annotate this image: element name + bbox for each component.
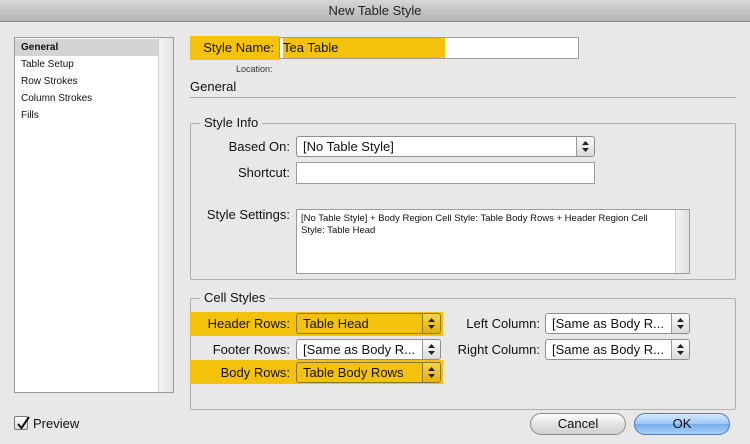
shortcut-input[interactable] — [296, 162, 595, 184]
preview-checkbox[interactable] — [14, 416, 30, 430]
popup-arrows-icon — [422, 363, 440, 382]
window-title: New Table Style — [328, 3, 422, 18]
preview-label[interactable]: Preview — [33, 416, 79, 431]
shortcut-label: Shortcut: — [237, 165, 290, 180]
based-on-label: Based On: — [228, 139, 290, 154]
left-column-label: Left Column: — [466, 316, 540, 331]
style-settings-box: [No Table Style] + Body Region Cell Styl… — [296, 209, 690, 274]
body-rows-value: Table Body Rows — [303, 365, 404, 380]
sidebar-item-general[interactable]: General — [15, 39, 158, 56]
footer-rows-value: [Same as Body R... — [303, 342, 415, 357]
based-on-value: [No Table Style] — [303, 139, 394, 154]
style-name-input[interactable]: Tea Table — [279, 37, 579, 59]
sidebar-scrollbar[interactable] — [158, 38, 173, 392]
checkmark-icon — [17, 416, 30, 430]
sidebar-item-table-setup[interactable]: Table Setup — [15, 56, 158, 73]
style-settings-scrollbar[interactable] — [675, 210, 689, 273]
sidebar-item-row-strokes[interactable]: Row Strokes — [15, 73, 158, 90]
popup-arrows-icon — [422, 314, 440, 333]
style-name-value: Tea Table — [283, 38, 445, 58]
location-label: Location: — [236, 64, 273, 74]
header-rows-value: Table Head — [303, 316, 369, 331]
popup-arrows-icon — [671, 340, 689, 359]
cancel-button[interactable]: Cancel — [530, 413, 626, 435]
window-title-bar: New Table Style — [0, 0, 750, 22]
style-info-group-title: Style Info — [200, 116, 263, 130]
dialog-body: General Table Setup Row Strokes Column S… — [0, 22, 750, 444]
footer-rows-label: Footer Rows: — [212, 342, 290, 357]
header-rows-select[interactable]: Table Head — [296, 313, 441, 334]
ok-button[interactable]: OK — [634, 413, 730, 435]
cell-styles-group-title: Cell Styles — [200, 291, 270, 305]
header-rows-label: Header Rows: — [207, 316, 290, 331]
popup-arrows-icon — [576, 137, 594, 156]
sidebar-item-column-strokes[interactable]: Column Strokes — [15, 90, 158, 107]
section-title: General — [190, 79, 237, 94]
sidebar-item-fills[interactable]: Fills — [15, 107, 158, 124]
right-column-select[interactable]: [Same as Body R... — [545, 339, 690, 360]
section-divider — [190, 97, 736, 98]
footer-rows-select[interactable]: [Same as Body R... — [296, 339, 441, 360]
based-on-select[interactable]: [No Table Style] — [296, 136, 595, 157]
popup-arrows-icon — [671, 314, 689, 333]
popup-arrows-icon — [422, 340, 440, 359]
style-settings-label: Style Settings: — [206, 207, 290, 222]
right-column-value: [Same as Body R... — [552, 342, 664, 357]
left-column-value: [Same as Body R... — [552, 316, 664, 331]
category-list: General Table Setup Row Strokes Column S… — [14, 37, 174, 393]
left-column-select[interactable]: [Same as Body R... — [545, 313, 690, 334]
body-rows-select[interactable]: Table Body Rows — [296, 362, 441, 383]
body-rows-label: Body Rows: — [220, 365, 290, 380]
style-name-label: Style Name: — [203, 40, 274, 55]
style-settings-text: [No Table Style] + Body Region Cell Styl… — [301, 213, 648, 236]
right-column-label: Right Column: — [457, 342, 540, 357]
